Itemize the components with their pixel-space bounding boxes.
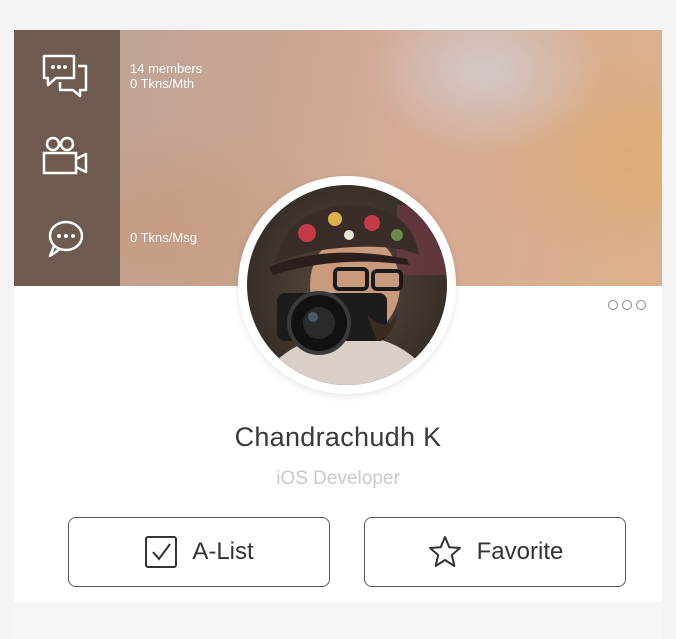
more-options-button[interactable] [608,300,646,310]
avatar-photo [247,185,447,385]
tokens-per-message: 0 Tkns/Msg [130,230,197,245]
tokens-per-month: 0 Tkns/Mth [130,76,195,91]
avatar-frame [238,176,456,394]
alist-label: A-List [192,538,254,565]
more-dot-icon [622,300,632,310]
checkbox-icon [145,536,178,568]
avatar[interactable] [247,185,447,385]
speech-bubble-icon[interactable] [40,214,92,262]
favorite-button[interactable]: Favorite [364,517,626,587]
profile-name: Chandrachudh K [234,422,442,452]
channel-sidebar [14,30,120,286]
star-icon [428,536,461,567]
chat-bubbles-icon[interactable] [40,52,92,100]
members-count: 14 members [130,61,203,76]
card-footer-strip [14,602,662,639]
favorite-label: Favorite [476,538,564,565]
profile-card: 14 members 0 Tkns/Mth ​ 0 Tkns/Msg [14,30,662,602]
alist-button[interactable]: A-List [68,517,330,587]
profile-role: iOS Developer [276,468,400,489]
video-camera-icon[interactable] [40,132,92,180]
more-dot-icon [608,300,618,310]
more-dot-icon [636,300,646,310]
